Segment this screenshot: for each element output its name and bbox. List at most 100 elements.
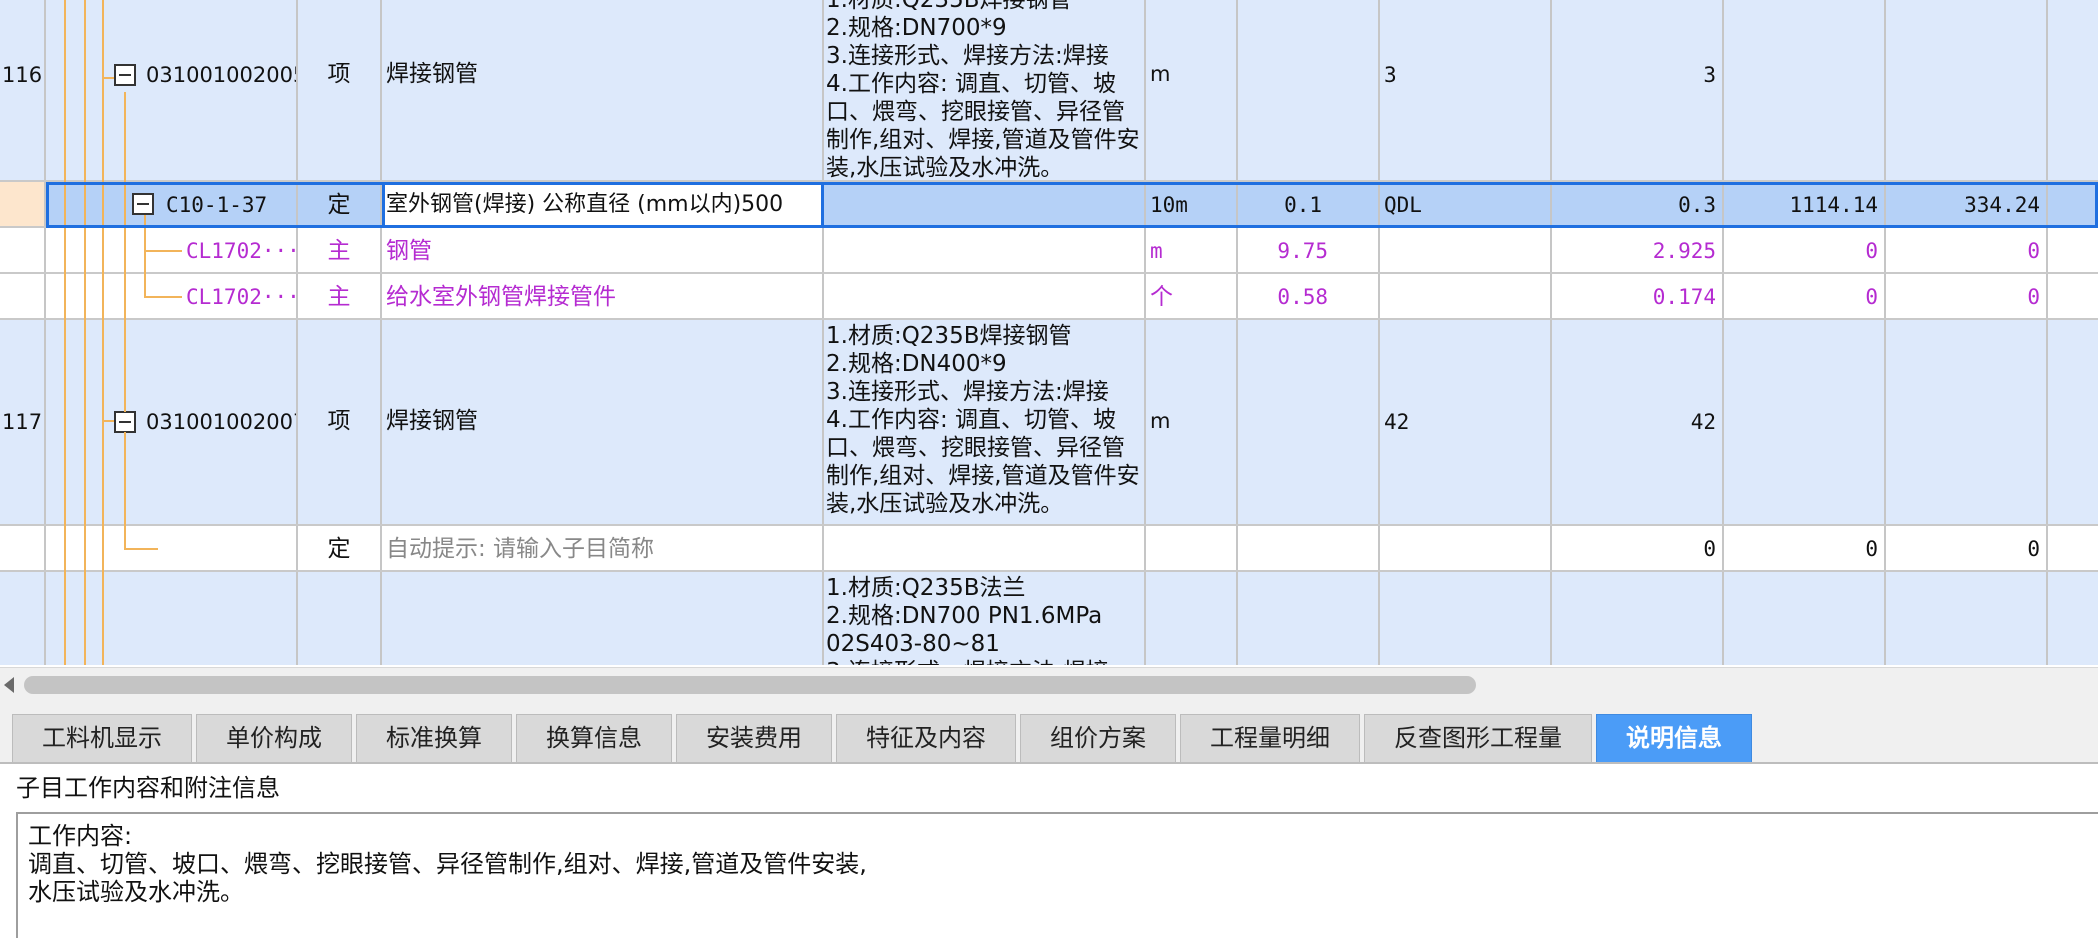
tab-installation-fees[interactable]: 安装费用	[676, 714, 832, 762]
table-row-selected[interactable]: C10-1-37 定 室外钢管(焊接) 公称直径 (mm以内)500 10m 0…	[0, 182, 2098, 228]
collapse-icon[interactable]	[132, 193, 154, 215]
table-row[interactable]: 定 自动提示: 请输入子目简称 0 0 0	[0, 526, 2098, 572]
qty-cell[interactable]: 3	[1552, 0, 1724, 180]
price-cell[interactable]: 1114.14	[1724, 182, 1886, 226]
price-cell[interactable]	[1724, 0, 1886, 180]
total-cell[interactable]: 334.24	[1886, 182, 2048, 226]
coef-cell[interactable]	[1238, 320, 1380, 524]
unit-cell[interactable]	[1146, 572, 1238, 665]
material-name: 钢管	[386, 238, 432, 264]
coef-cell[interactable]: 9.75	[1238, 228, 1380, 272]
qty-expression: 42	[1384, 410, 1410, 434]
unit-cell[interactable]	[1146, 526, 1238, 570]
tab-quantity-details[interactable]: 工程量明细	[1180, 714, 1360, 762]
qty-cell[interactable]: 42	[1552, 320, 1724, 524]
type-cell[interactable]: 主	[298, 274, 382, 318]
total-cell[interactable]	[1886, 572, 2048, 665]
qty-cell[interactable]: 0	[1552, 526, 1724, 570]
coef-cell[interactable]: 0.1	[1238, 182, 1380, 226]
total-cell[interactable]: 0	[1886, 526, 2048, 570]
tab-labor-material-machine[interactable]: 工料机显示	[12, 714, 192, 762]
table-row[interactable]: CL1702··· 主 给水室外钢管焊接管件 个 0.58 0.174 0 0	[0, 274, 2098, 320]
type-cell[interactable]: 项	[298, 0, 382, 180]
qty-expr-cell[interactable]: QDL	[1380, 182, 1552, 226]
coef-cell[interactable]	[1238, 572, 1380, 665]
type-cell[interactable]: 定	[298, 526, 382, 570]
collapse-icon[interactable]	[114, 411, 136, 433]
unit-cell[interactable]: m	[1146, 0, 1238, 180]
qty-cell[interactable]: 0.3	[1552, 182, 1724, 226]
tab-reverse-graphic-quantity[interactable]: 反查图形工程量	[1364, 714, 1592, 762]
unit-cell[interactable]: 10m	[1146, 182, 1238, 226]
type-cell[interactable]: 项	[298, 320, 382, 524]
name-editor[interactable]: 室外钢管(焊接) 公称直径 (mm以内)500	[382, 182, 824, 226]
qty-expr-cell[interactable]	[1380, 228, 1552, 272]
tab-conversion-info[interactable]: 换算信息	[516, 714, 672, 762]
total-cell[interactable]: 0	[1886, 228, 2048, 272]
coef-cell[interactable]: 0.58	[1238, 274, 1380, 318]
qty-cell[interactable]: 2.925	[1552, 228, 1724, 272]
row-header[interactable]: 116	[0, 0, 46, 180]
total-cell[interactable]: 0	[1886, 274, 2048, 318]
total-cell[interactable]	[1886, 320, 2048, 524]
horizontal-scrollbar[interactable]	[0, 667, 2098, 702]
row-header[interactable]: 117	[0, 320, 46, 524]
price-cell[interactable]: 0	[1724, 274, 1886, 318]
desc-cell[interactable]	[824, 526, 1146, 570]
desc-cell[interactable]	[824, 182, 1146, 226]
total-cell[interactable]	[1886, 0, 2048, 180]
price-cell[interactable]	[1724, 572, 1886, 665]
coef-cell[interactable]	[1238, 0, 1380, 180]
tab-standard-conversion[interactable]: 标准换算	[356, 714, 512, 762]
qty-expr-cell[interactable]: 3	[1380, 0, 1552, 180]
row-header[interactable]	[0, 228, 46, 272]
unit-cell[interactable]: m	[1146, 320, 1238, 524]
tree-line	[84, 0, 86, 665]
item-description: 1.材质:Q235B焊接钢管 2.规格:DN700*9 3.连接形式、焊接方法:…	[826, 0, 1140, 181]
name-cell[interactable]: 焊接钢管	[382, 320, 824, 524]
tab-features-content[interactable]: 特征及内容	[836, 714, 1016, 762]
total-price: 334.24	[1964, 193, 2040, 217]
unit-cell[interactable]: m	[1146, 228, 1238, 272]
name-cell[interactable]: 给水室外钢管焊接管件	[382, 274, 824, 318]
row-header[interactable]	[0, 274, 46, 318]
qty-expr-cell[interactable]	[1380, 274, 1552, 318]
coefficient: 0.1	[1284, 193, 1322, 217]
table-row[interactable]: 117 031001002007 项 焊接钢管 1.材质:Q235B焊接钢管 2…	[0, 320, 2098, 526]
row-header[interactable]	[0, 182, 46, 226]
name-cell[interactable]: 自动提示: 请输入子目简称	[382, 526, 824, 570]
tab-unit-price-composition[interactable]: 单价构成	[196, 714, 352, 762]
unit-price: 0	[1865, 239, 1878, 263]
price-cell[interactable]	[1724, 320, 1886, 524]
scrollbar-thumb[interactable]	[24, 676, 1476, 694]
name-cell[interactable]: 焊接钢管	[382, 0, 824, 180]
row-header[interactable]	[0, 572, 46, 665]
qty-cell[interactable]: 0.174	[1552, 274, 1724, 318]
type-cell[interactable]: 定	[298, 182, 382, 226]
price-cell[interactable]: 0	[1724, 526, 1886, 570]
auto-hint: 自动提示: 请输入子目简称	[386, 536, 655, 562]
row-header[interactable]	[0, 526, 46, 570]
desc-cell[interactable]	[824, 274, 1146, 318]
desc-cell[interactable]	[824, 228, 1146, 272]
collapse-icon[interactable]	[114, 64, 136, 86]
coef-cell[interactable]	[1238, 526, 1380, 570]
price-cell[interactable]: 0	[1724, 228, 1886, 272]
table-row[interactable]: CL1702··· 主 钢管 m 9.75 2.925 0 0	[0, 228, 2098, 274]
qty-cell[interactable]	[1552, 572, 1724, 665]
quota-grid[interactable]: 116 031001002005 项 焊接钢管 1.材质:Q235B焊接钢管 2…	[0, 0, 2098, 665]
name-cell[interactable]	[382, 572, 824, 665]
scroll-left-icon[interactable]	[4, 677, 14, 693]
type-cell[interactable]	[298, 572, 382, 665]
table-row[interactable]: 1.材质:Q235B法兰 2.规格:DN700 PN1.6MPa 02S403-…	[0, 572, 2098, 665]
qty-expr-cell[interactable]	[1380, 526, 1552, 570]
table-row[interactable]: 116 031001002005 项 焊接钢管 1.材质:Q235B焊接钢管 2…	[0, 0, 2098, 182]
unit-cell[interactable]: 个	[1146, 274, 1238, 318]
name-cell[interactable]: 钢管	[382, 228, 824, 272]
qty-expr-cell[interactable]: 42	[1380, 320, 1552, 524]
tab-description[interactable]: 说明信息	[1596, 714, 1752, 762]
qty-expr-cell[interactable]	[1380, 572, 1552, 665]
tab-pricing-scheme[interactable]: 组价方案	[1020, 714, 1176, 762]
type-cell[interactable]: 主	[298, 228, 382, 272]
info-textarea[interactable]: 工作内容: 调直、切管、坡口、煨弯、挖眼接管、异径管制作,组对、焊接,管道及管件…	[16, 812, 2098, 938]
